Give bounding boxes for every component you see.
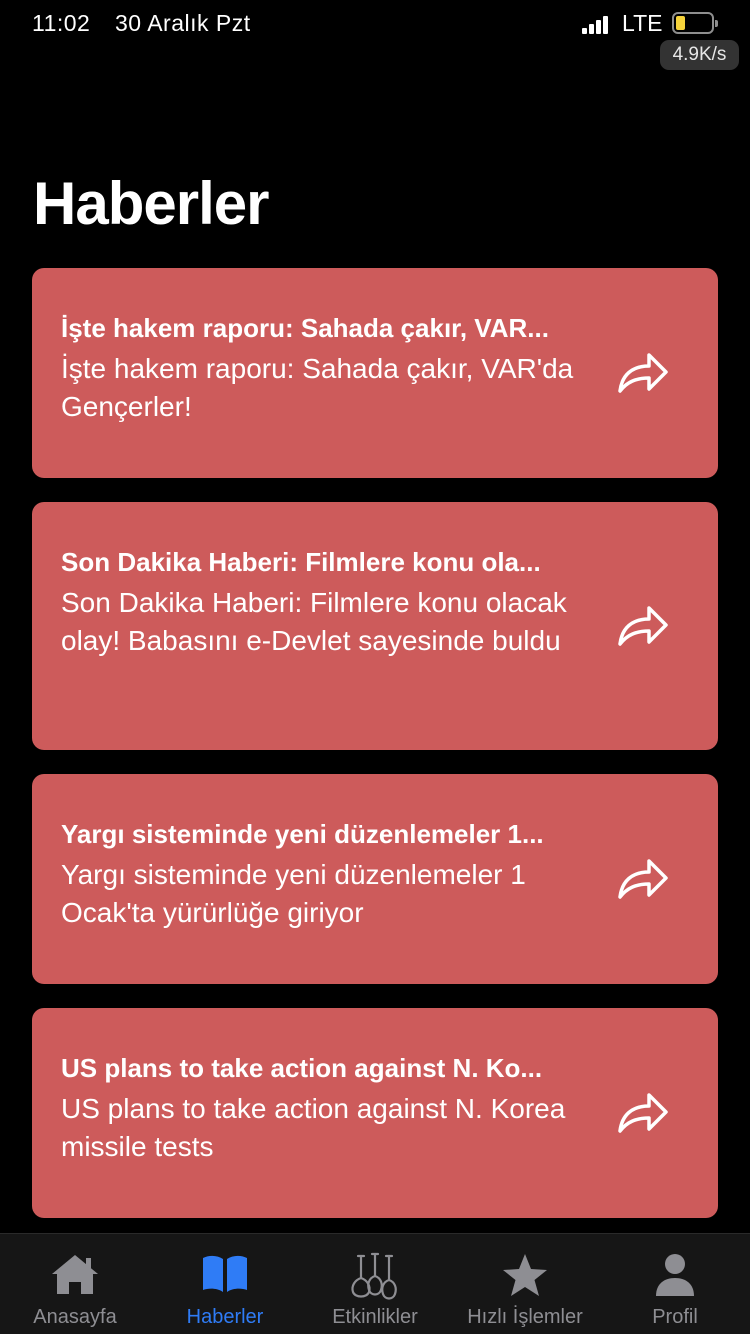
- person-icon: [656, 1254, 694, 1296]
- news-title: İşte hakem raporu: Sahada çakır, VAR...: [61, 313, 549, 343]
- star-icon: [503, 1254, 547, 1296]
- news-card[interactable]: İşte hakem raporu: Sahada çakır, VAR... …: [32, 268, 718, 478]
- news-title: US plans to take action against N. Ko...: [61, 1053, 543, 1083]
- guitars-icon: [351, 1252, 397, 1300]
- home-icon: [52, 1255, 98, 1294]
- news-card[interactable]: US plans to take action against N. Ko...…: [32, 1008, 718, 1218]
- news-card[interactable]: Son Dakika Haberi: Filmlere konu ola... …: [32, 502, 718, 750]
- news-body: İşte hakem raporu: Sahada çakır, VAR'da …: [61, 353, 574, 422]
- news-card[interactable]: Yargı sisteminde yeni düzenlemeler 1... …: [32, 774, 718, 984]
- news-title: Son Dakika Haberi: Filmlere konu ola...: [61, 547, 541, 577]
- status-date: 30 Aralık Pzt: [115, 10, 251, 36]
- tab-label: Etkinlikler: [332, 1306, 418, 1328]
- tab-etkinlikler[interactable]: Etkinlikler: [300, 1234, 450, 1334]
- share-arrow-icon[interactable]: [616, 1089, 670, 1137]
- tab-haberler[interactable]: Haberler: [150, 1234, 300, 1334]
- share-arrow-icon[interactable]: [616, 602, 670, 650]
- status-time: 11:02: [32, 10, 91, 36]
- tab-bar: Anasayfa Haberler Etkinlikler Hızlı İşle…: [0, 1233, 750, 1334]
- news-body: Yargı sisteminde yeni düzenlemeler 1 Oca…: [61, 859, 526, 928]
- battery-low-icon: [672, 12, 718, 34]
- news-body: Son Dakika Haberi: Filmlere konu olacak …: [61, 587, 567, 656]
- tab-label: Profil: [652, 1306, 698, 1328]
- book-icon: [203, 1255, 247, 1292]
- news-list: İşte hakem raporu: Sahada çakır, VAR... …: [32, 268, 718, 1242]
- network-speed-badge: 4.9K/s: [660, 40, 739, 70]
- news-title: Yargı sisteminde yeni düzenlemeler 1...: [61, 819, 544, 849]
- news-body: US plans to take action against N. Korea…: [61, 1093, 566, 1162]
- share-arrow-icon[interactable]: [616, 349, 670, 397]
- network-type: LTE: [622, 10, 663, 36]
- signal-bars-icon: [582, 14, 616, 34]
- page-title: Haberler: [33, 170, 269, 237]
- status-bar: 11:02 30 Aralık Pzt LTE 4.9K/s: [0, 0, 750, 70]
- tab-anasayfa[interactable]: Anasayfa: [0, 1234, 150, 1334]
- tab-label: Anasayfa: [33, 1306, 117, 1328]
- tab-label: Hızlı İşlemler: [467, 1306, 583, 1328]
- tab-label: Haberler: [186, 1306, 264, 1328]
- tab-profil[interactable]: Profil: [600, 1234, 750, 1334]
- tab-hizli-islemler[interactable]: Hızlı İşlemler: [450, 1234, 600, 1334]
- share-arrow-icon[interactable]: [616, 855, 670, 903]
